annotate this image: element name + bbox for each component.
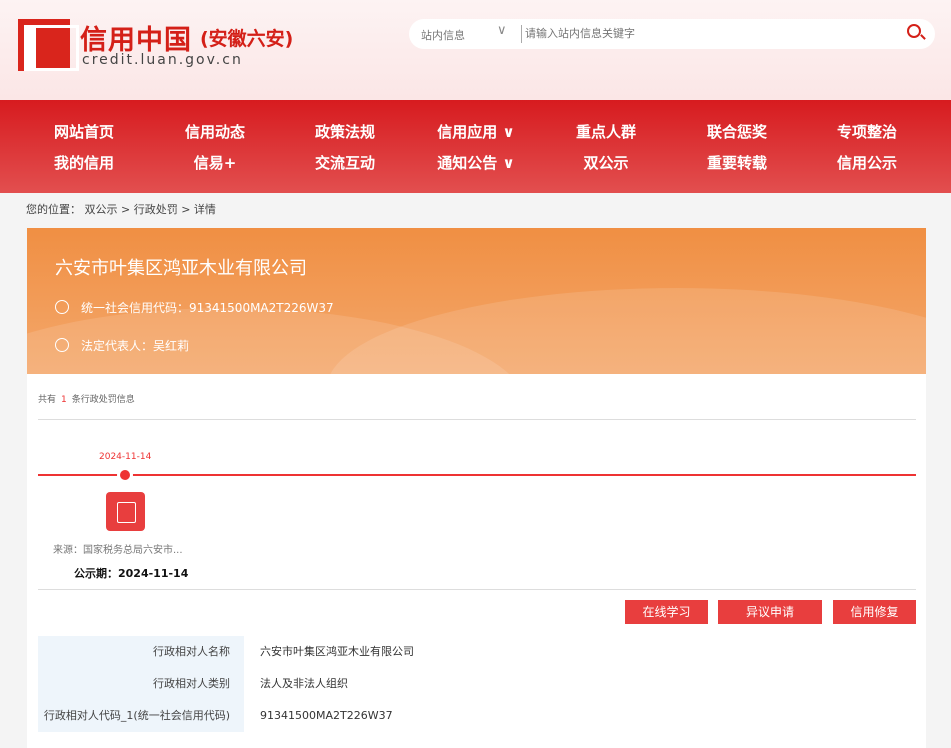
objection-button[interactable]: 异议申请: [718, 600, 822, 624]
breadcrumb[interactable]: 您的位置： 双公示 > 行政处罚 > 详情: [26, 201, 216, 217]
search-input[interactable]: [525, 24, 885, 44]
credit-code-row: 统一社会信用代码：91341500MA2T226W37: [55, 299, 334, 316]
timeline-line: [38, 474, 916, 476]
person-icon: [55, 338, 69, 352]
timeline-date: 2024-11-14: [99, 452, 152, 462]
nav-policy[interactable]: 政策法规: [315, 121, 375, 142]
nav-xinyi[interactable]: 信易+: [194, 152, 237, 173]
table-row: 行政相对人代码_1(统一社会信用代码) 91341500MA2T226W37: [38, 700, 916, 732]
nav-credit-public[interactable]: 信用公示: [837, 152, 897, 173]
company-banner: 六安市叶集区鸿亚木业有限公司 统一社会信用代码：91341500MA2T226W…: [27, 228, 926, 374]
legal-rep: 法定代表人：吴红莉: [81, 339, 190, 353]
chevron-down-icon[interactable]: ∨: [497, 23, 507, 38]
nav-home[interactable]: 网站首页: [54, 121, 114, 142]
search-icon[interactable]: [907, 24, 921, 38]
divider: [521, 25, 522, 43]
detail-card: 六安市叶集区鸿亚木业有限公司 统一社会信用代码：91341500MA2T226W…: [27, 228, 926, 748]
nav-credit-apps[interactable]: 信用应用 ∨: [437, 121, 514, 142]
nav-double-public[interactable]: 双公示: [583, 152, 628, 173]
site-region: (安徽六安): [200, 28, 294, 50]
document-icon[interactable]: [106, 492, 145, 531]
nav-key-groups[interactable]: 重点人群: [576, 121, 636, 142]
detail-table: 行政相对人名称 六安市叶集区鸿亚木业有限公司 行政相对人类别 法人及非法人组织 行政…: [38, 636, 916, 732]
table-row: 行政相对人名称 六安市叶集区鸿亚木业有限公司: [38, 636, 916, 668]
nav-reprints[interactable]: 重要转载: [707, 152, 767, 173]
shield-icon: [55, 300, 69, 314]
legal-rep-row: 法定代表人：吴红莉: [55, 337, 189, 354]
nav-exchange[interactable]: 交流互动: [315, 152, 375, 173]
divider: [38, 589, 916, 590]
divider: [38, 419, 916, 420]
site-header: 信用中国 (安徽六安) credit.luan.gov.cn 站内信息 ∨: [0, 0, 951, 100]
timeline-source: 来源：国家税务总局六安市...: [53, 545, 183, 556]
record-count: 共有 1 条行政处罚信息: [38, 395, 135, 405]
timeline-dot[interactable]: [120, 470, 130, 480]
table-row: 行政相对人类别 法人及非法人组织: [38, 668, 916, 700]
online-learning-button[interactable]: 在线学习: [625, 600, 708, 624]
search-scope-select[interactable]: 站内信息: [421, 27, 465, 43]
main-nav: 网站首页 信用动态 政策法规 信用应用 ∨ 重点人群 联合惩奖 专项整治 我的信…: [0, 100, 951, 193]
nav-notices[interactable]: 通知公告 ∨: [437, 152, 514, 173]
nav-credit-news[interactable]: 信用动态: [185, 121, 245, 142]
company-name: 六安市叶集区鸿亚木业有限公司: [55, 258, 307, 279]
search-bar: 站内信息 ∨: [409, 19, 935, 49]
timeline-publish-period: 公示期：2024-11-14: [74, 567, 189, 580]
nav-special[interactable]: 专项整治: [837, 121, 897, 142]
credit-code: 统一社会信用代码：91341500MA2T226W37: [81, 301, 334, 315]
nav-joint-rewards[interactable]: 联合惩奖: [707, 121, 767, 142]
nav-my-credit[interactable]: 我的信用: [54, 152, 114, 173]
credit-repair-button[interactable]: 信用修复: [833, 600, 916, 624]
site-url: credit.luan.gov.cn: [82, 52, 243, 68]
logo-icon[interactable]: [18, 19, 79, 71]
